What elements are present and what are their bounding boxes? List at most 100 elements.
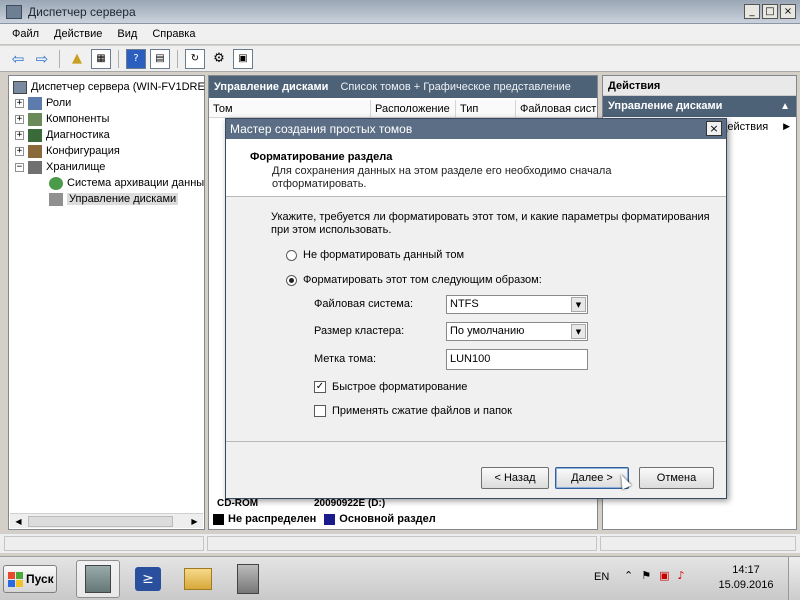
expand-icon[interactable]: + (15, 146, 24, 156)
radio-button-icon[interactable] (286, 249, 297, 261)
dialog-header-title: Форматирование раздела (250, 151, 393, 163)
expand-icon[interactable]: + (15, 98, 24, 108)
start-label: Пуск (26, 572, 54, 586)
status-bar (0, 533, 800, 553)
toolbar-separator (177, 49, 178, 68)
menu-action[interactable]: Действие (54, 28, 102, 40)
tree-item-features[interactable]: + Компоненты (15, 111, 109, 127)
dialog-header-description: Для сохранения данных на этом разделе ег… (272, 165, 612, 190)
scroll-right-icon[interactable]: ▶ (188, 515, 201, 528)
cancel-button[interactable]: Отмена (639, 467, 714, 489)
tree-item-backup[interactable]: Система архивации данны (49, 175, 204, 191)
cluster-size-value: По умолчанию (450, 325, 525, 337)
menu-view[interactable]: Вид (117, 28, 137, 40)
actions-section-label: Управление дисками (608, 100, 723, 112)
legend-unallocated: Не распределен (228, 513, 317, 525)
radio-format[interactable]: Форматировать этот том следующим образом… (286, 274, 542, 286)
forward-arrow-icon[interactable]: ⇨ (32, 49, 52, 69)
language-indicator[interactable]: EN (594, 571, 609, 583)
dropdown-arrow-icon[interactable]: ▼ (571, 324, 586, 339)
column-header-filesystem[interactable]: Файловая сист (516, 100, 597, 118)
dialog-close-button[interactable]: × (706, 121, 722, 136)
filesystem-select[interactable]: NTFS ▼ (446, 295, 588, 314)
cluster-size-label: Размер кластера: (314, 325, 405, 337)
cluster-size-select[interactable]: По умолчанию ▼ (446, 322, 588, 341)
help-icon[interactable]: ? (126, 48, 146, 69)
settings-icon[interactable]: ⚙ (209, 49, 229, 69)
column-header-type[interactable]: Тип (456, 100, 516, 118)
clock[interactable]: 14:17 15.09.2016 (714, 563, 778, 593)
tree-item-storage[interactable]: − Хранилище (15, 159, 105, 175)
actions-header: Действия (603, 76, 796, 96)
tree-item-label: Система архивации данны (67, 177, 205, 189)
show-tree-icon[interactable]: ▦ (91, 48, 111, 69)
panel-header: Управление дисками Список томов + Графич… (209, 76, 597, 98)
close-button[interactable]: × (780, 4, 796, 19)
dialog-body: Укажите, требуется ли форматировать этот… (226, 197, 726, 497)
backup-icon (49, 176, 63, 190)
window-controls: _ □ × (744, 4, 796, 19)
cdrom-volume[interactable]: 20090922E (D:) (314, 498, 385, 509)
status-segment (207, 536, 597, 551)
checkbox-unchecked-icon[interactable] (314, 405, 326, 417)
volume-muted-icon[interactable]: ♪ (678, 569, 685, 582)
configuration-icon (28, 144, 42, 158)
chevron-up-icon[interactable]: ▲ (780, 96, 790, 117)
show-desktop-button[interactable] (788, 557, 800, 600)
radio-button-selected-icon[interactable] (286, 274, 297, 286)
toolbar-separator (118, 49, 119, 68)
column-header-location[interactable]: Расположение (371, 100, 456, 118)
disk-icon[interactable]: ▣ (233, 48, 253, 69)
minimize-button[interactable]: _ (744, 4, 760, 19)
taskbar-tool[interactable] (226, 560, 270, 598)
back-arrow-icon[interactable]: ⇦ (8, 49, 28, 69)
dropdown-arrow-icon[interactable]: ▼ (571, 297, 586, 312)
actions-section[interactable]: Управление дисками ▲ (603, 96, 796, 117)
cdrom-label: CD-ROM (217, 498, 259, 509)
expand-icon[interactable]: + (15, 114, 24, 124)
scroll-left-icon[interactable]: ◀ (12, 515, 25, 528)
legend-primary-swatch (324, 513, 336, 525)
checkbox-checked-icon[interactable]: ✓ (314, 381, 326, 393)
column-header-volume[interactable]: Том (209, 100, 371, 118)
maximize-button[interactable]: □ (762, 4, 778, 19)
panel-title: Управление дисками (214, 81, 329, 93)
tree-item-label: Хранилище (46, 161, 106, 173)
properties-icon[interactable]: ▤ (150, 48, 170, 69)
volume-label-input[interactable]: LUN100 (446, 349, 588, 370)
features-icon (28, 112, 42, 126)
tree-root[interactable]: Диспетчер сервера (WIN-FV1DRE (13, 79, 205, 95)
clock-time: 14:17 (732, 564, 760, 576)
menu-file[interactable]: Файл (12, 28, 39, 40)
flag-icon[interactable]: ⚑ (641, 569, 651, 582)
taskbar-server-manager[interactable] (76, 560, 120, 598)
window-titlebar: Диспетчер сервера _ □ × (0, 0, 800, 24)
tree-item-configuration[interactable]: + Конфигурация (15, 143, 120, 159)
storage-icon (28, 160, 42, 174)
folder-icon (184, 568, 212, 590)
radio-no-format[interactable]: Не форматировать данный том (286, 249, 464, 261)
network-icon[interactable]: ▣ (659, 569, 669, 582)
status-segment (600, 536, 796, 551)
taskbar-powershell[interactable]: ≥ (126, 560, 170, 598)
collapse-icon[interactable]: − (15, 162, 24, 172)
tree-item-label: Управление дисками (67, 193, 179, 205)
back-button[interactable]: < Назад (481, 467, 549, 489)
scroll-thumb[interactable] (28, 516, 173, 527)
start-button[interactable]: Пуск (3, 565, 57, 593)
expand-icon[interactable]: + (15, 130, 24, 140)
taskbar-explorer[interactable] (176, 560, 220, 598)
up-folder-icon[interactable]: ▲ (67, 49, 87, 69)
refresh-icon[interactable]: ↻ (185, 48, 205, 69)
chevron-up-icon[interactable]: ⌃ (624, 569, 633, 582)
tree-item-diagnostics[interactable]: + Диагностика (15, 127, 110, 143)
tree-item-label: Диагностика (46, 129, 110, 141)
tree-item-disk-management[interactable]: Управление дисками (49, 191, 179, 207)
status-segment (4, 536, 204, 551)
dialog-title: Мастер создания простых томов (230, 122, 413, 136)
quick-format-checkbox[interactable]: ✓ Быстрое форматирование (314, 381, 467, 393)
compression-checkbox[interactable]: Применять сжатие файлов и папок (314, 405, 512, 417)
tree-item-roles[interactable]: + Роли (15, 95, 71, 111)
tree-horizontal-scrollbar[interactable]: ◀ ▶ (10, 513, 203, 528)
menu-help[interactable]: Справка (152, 28, 195, 40)
